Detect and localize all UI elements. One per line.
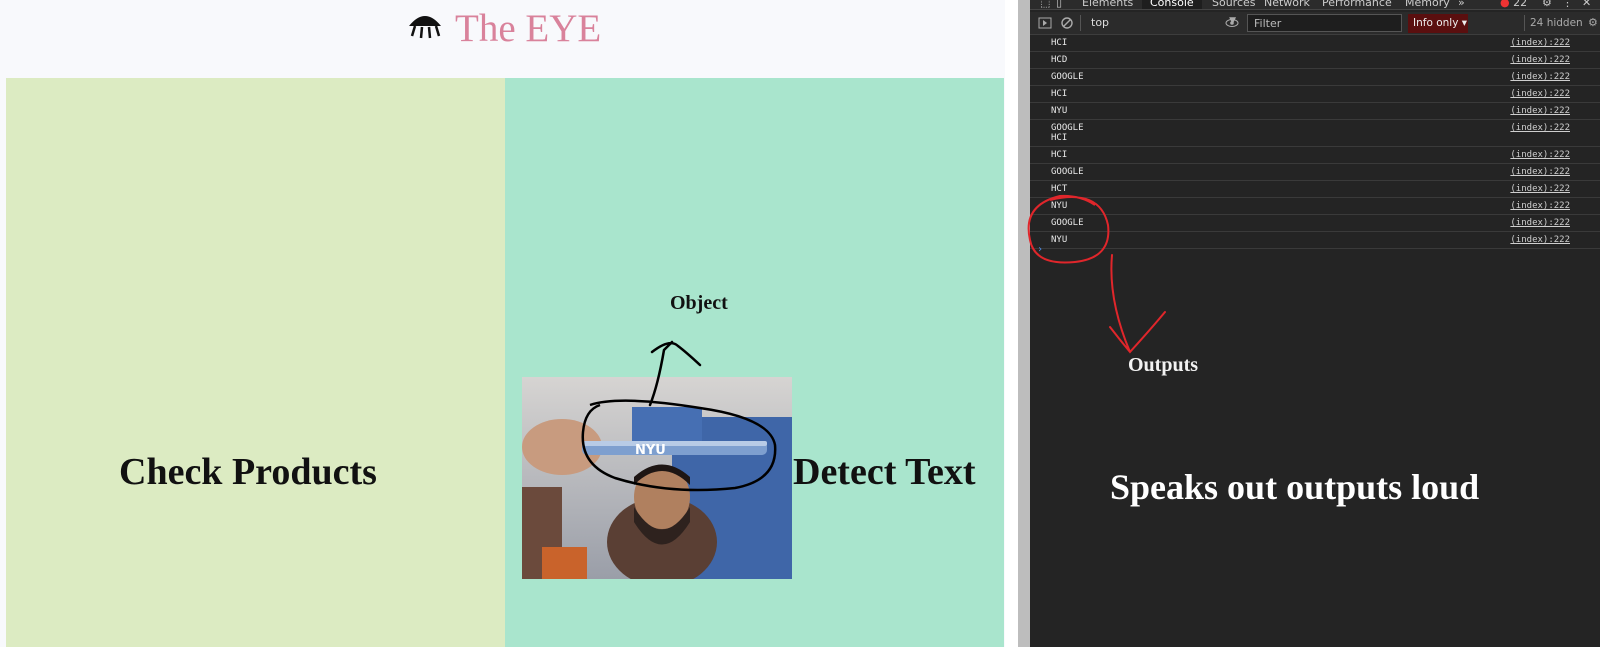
log-source-link[interactable]: (index):222	[1510, 55, 1570, 65]
log-source-link[interactable]: (index):222	[1510, 72, 1570, 82]
log-message: GOOGLE	[1051, 72, 1084, 82]
error-icon: ●	[1500, 0, 1510, 9]
page-edge	[1005, 0, 1018, 647]
camera-frame-image	[522, 377, 792, 579]
sidebar-toggle-icon[interactable]	[1038, 16, 1052, 30]
settings-icon[interactable]: ⚙	[1542, 0, 1552, 9]
tab-elements[interactable]: Elements	[1082, 0, 1133, 9]
outputs-annotation: Outputs	[1128, 354, 1199, 376]
log-message: HCI	[1051, 38, 1068, 48]
console-prompt[interactable]: ›	[1037, 244, 1043, 255]
live-expression-eye-icon[interactable]	[1225, 16, 1239, 30]
clear-console-icon[interactable]	[1060, 16, 1074, 30]
tab-sources[interactable]: Sources	[1212, 0, 1256, 9]
tab-memory[interactable]: Memory	[1405, 0, 1450, 9]
log-level-selector[interactable]: Info only ▾	[1408, 14, 1468, 33]
tab-console[interactable]: Console	[1142, 0, 1202, 9]
console-log-row: NYU (index):222	[1030, 198, 1600, 215]
context-value: top	[1091, 16, 1110, 29]
log-source-link[interactable]: (index):222	[1510, 106, 1570, 116]
toolbar-divider	[1524, 15, 1525, 31]
chevron-down-icon: ▾	[1461, 17, 1468, 29]
console-log-row: GOOGLE (index):222	[1030, 215, 1600, 232]
console-log-row: GOOGLE (index):222	[1030, 69, 1600, 86]
log-message: HCT	[1051, 184, 1068, 194]
filter-input[interactable]	[1247, 14, 1402, 32]
speaks-annotation: Speaks out outputs loud	[1110, 467, 1480, 507]
log-source-link[interactable]: (index):222	[1510, 38, 1570, 48]
hidden-messages-count: 24 hidden	[1530, 17, 1583, 29]
log-source-link[interactable]: (index):222	[1510, 201, 1570, 211]
log-source-link[interactable]: (index):222	[1510, 235, 1570, 245]
device-toolbar-icon[interactable]: ▯	[1056, 0, 1062, 9]
tab-performance[interactable]: Performance	[1322, 0, 1392, 9]
log-message: GOOGLE HCI	[1051, 123, 1084, 143]
devtools-tab-bar: ⬚ ▯ Elements Console Sources Network Per…	[1030, 0, 1600, 10]
error-badge[interactable]: ● 22	[1500, 0, 1527, 9]
console-log-row: NYU (index):222	[1030, 103, 1600, 120]
log-message: HCD	[1051, 55, 1068, 65]
console-log-row: GOOGLE HCI (index):222	[1030, 120, 1600, 147]
log-source-link[interactable]: (index):222	[1510, 167, 1570, 177]
console-log-row: HCI (index):222	[1030, 35, 1600, 52]
more-options-icon[interactable]: ⋮	[1562, 0, 1573, 9]
site-title: The EYE	[455, 7, 602, 50]
log-source-link[interactable]: (index):222	[1510, 218, 1570, 228]
log-level-value: Info only	[1413, 17, 1459, 29]
console-log-row: HCD (index):222	[1030, 52, 1600, 69]
check-products-panel[interactable]: Check Products	[6, 78, 505, 647]
inspect-icon[interactable]: ⬚	[1040, 0, 1050, 9]
log-message: NYU	[1051, 106, 1068, 116]
log-source-link[interactable]: (index):222	[1510, 89, 1570, 99]
object-annotation: Object	[670, 292, 728, 314]
console-messages: HCI (index):222 HCD (index):222 GOOGLE (index…	[1030, 35, 1600, 249]
web-page: The EYE Check Products Detect Text	[0, 0, 1005, 647]
log-message: NYU	[1051, 201, 1068, 211]
console-log-row: HCI (index):222	[1030, 86, 1600, 103]
close-devtools-icon[interactable]: ✕	[1582, 0, 1591, 9]
context-selector[interactable]: top ▼	[1085, 14, 1240, 32]
detect-text-label: Detect Text	[793, 451, 976, 493]
console-log-row: NYU (index):222	[1030, 232, 1600, 249]
log-message: GOOGLE	[1051, 167, 1084, 177]
eye-icon	[409, 16, 441, 39]
console-log-row: HCT (index):222	[1030, 181, 1600, 198]
log-source-link[interactable]: (index):222	[1510, 123, 1570, 133]
site-header: The EYE	[0, 0, 1005, 78]
log-message: HCI	[1051, 150, 1068, 160]
log-message: NYU	[1051, 235, 1068, 245]
console-log-row: HCI (index):222	[1030, 147, 1600, 164]
check-products-label: Check Products	[119, 451, 377, 493]
panel-resize-handle[interactable]	[1018, 0, 1030, 647]
pen-text: NYU	[635, 443, 666, 458]
log-message: HCI	[1051, 89, 1068, 99]
tab-more[interactable]: »	[1458, 0, 1465, 9]
log-message: GOOGLE	[1051, 218, 1084, 228]
toolbar-divider	[1080, 15, 1081, 31]
tab-network[interactable]: Network	[1264, 0, 1310, 9]
console-settings-icon[interactable]: ⚙	[1588, 16, 1598, 29]
console-log-row: GOOGLE (index):222	[1030, 164, 1600, 181]
log-source-link[interactable]: (index):222	[1510, 150, 1570, 160]
log-source-link[interactable]: (index):222	[1510, 184, 1570, 194]
devtools-panel: ⬚ ▯ Elements Console Sources Network Per…	[1030, 0, 1600, 647]
camera-feed	[522, 377, 792, 579]
console-toolbar: top ▼ Info only ▾ 24 hidden ⚙	[1030, 12, 1600, 35]
